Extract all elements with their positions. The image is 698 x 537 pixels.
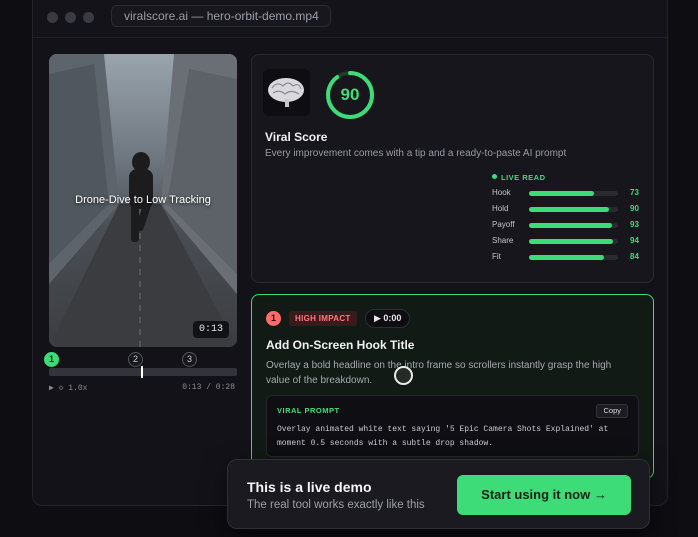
metric-label: Share [492, 236, 514, 245]
metric-bar [529, 255, 618, 260]
metric-bar [529, 191, 618, 196]
app-window: viralscore.ai — hero-orbit-demo.mp4 Dron… [32, 0, 668, 506]
metric-bar [529, 223, 618, 228]
metric-value: 94 [630, 236, 639, 245]
window-close-dot[interactable] [47, 12, 58, 23]
step-marker-3[interactable]: 3 [182, 352, 197, 367]
url-bar[interactable]: viralscore.ai — hero-orbit-demo.mp4 [111, 5, 331, 27]
tip-card[interactable]: 1 HIGH IMPACT ▶ 0:00 Add On-Screen Hook … [251, 294, 654, 479]
metric-bar [529, 207, 618, 212]
viral-prompt-box: VIRAL PROMPT Copy Overlay animated white… [266, 395, 639, 457]
prompt-label: VIRAL PROMPT [277, 406, 340, 415]
video-scrubber[interactable] [49, 366, 237, 378]
metric-label: Fit [492, 252, 501, 261]
score-value: 90 [340, 85, 360, 104]
copy-prompt-button[interactable]: Copy [596, 404, 628, 418]
window-maximize-dot[interactable] [83, 12, 94, 23]
metric-label: Payoff [492, 220, 515, 229]
live-dot-icon [492, 174, 497, 179]
live-read-label: LIVE READ [492, 173, 546, 182]
impact-badge: HIGH IMPACT [289, 311, 357, 326]
metric-value: 90 [630, 204, 639, 213]
prompt-text: Overlay animated white text saying '5 Ep… [277, 425, 609, 448]
cta-title: This is a live demo [247, 479, 372, 495]
window-minimize-dot[interactable] [65, 12, 76, 23]
start-using-button[interactable]: Start using it now → [457, 475, 631, 515]
title-bar: viralscore.ai — hero-orbit-demo.mp4 [33, 0, 667, 38]
live-demo-banner: This is a live demo The real tool works … [227, 459, 650, 529]
metric-bar-fill [529, 223, 612, 228]
metric-bar-fill [529, 255, 604, 260]
metric-bar-fill [529, 191, 594, 196]
metric-value: 84 [630, 252, 639, 261]
score-title: Viral Score [265, 130, 328, 144]
video-player[interactable]: Drone-Dive to Low Tracking 0:13 [49, 54, 237, 347]
video-timestamp: 0:13 [192, 321, 229, 338]
scrubber-playhead[interactable] [141, 366, 143, 378]
playback-speed[interactable]: ▶ ◇ 1.0x [49, 383, 87, 393]
step-marker-1[interactable]: 1 [44, 352, 59, 367]
score-subtitle: Every improvement comes with a tip and a… [265, 148, 567, 159]
cta-subtitle: The real tool works exactly like this [247, 499, 425, 511]
cursor-icon [394, 366, 413, 385]
jump-to-time-button[interactable]: ▶ 0:00 [365, 309, 411, 328]
metric-bar [529, 239, 618, 244]
step-marker-2[interactable]: 2 [128, 352, 143, 367]
metric-row-hook: Hook 73 [492, 188, 642, 200]
metric-row-share: Share 94 [492, 236, 642, 248]
metric-bar-fill [529, 239, 613, 244]
video-timecode: 0:13 / 0:28 [182, 383, 235, 392]
metric-value: 93 [630, 220, 639, 229]
viral-score-card: 90 Viral Score Every improvement comes w… [251, 54, 654, 283]
metric-row-hold: Hold 90 [492, 204, 642, 216]
tip-body: Overlay a bold headline on the intro fra… [266, 360, 612, 386]
video-caption: Drone-Dive to Low Tracking [75, 194, 211, 206]
metric-label: Hook [492, 188, 511, 197]
brain-icon [263, 69, 310, 116]
metric-value: 73 [630, 188, 639, 197]
metric-row-payoff: Payoff 93 [492, 220, 642, 232]
metric-bar-fill [529, 207, 610, 212]
metric-row-fit: Fit 84 [492, 252, 642, 264]
tip-title: Add On-Screen Hook Title [266, 338, 415, 352]
tip-number: 1 [266, 311, 281, 326]
metric-label: Hold [492, 204, 509, 213]
